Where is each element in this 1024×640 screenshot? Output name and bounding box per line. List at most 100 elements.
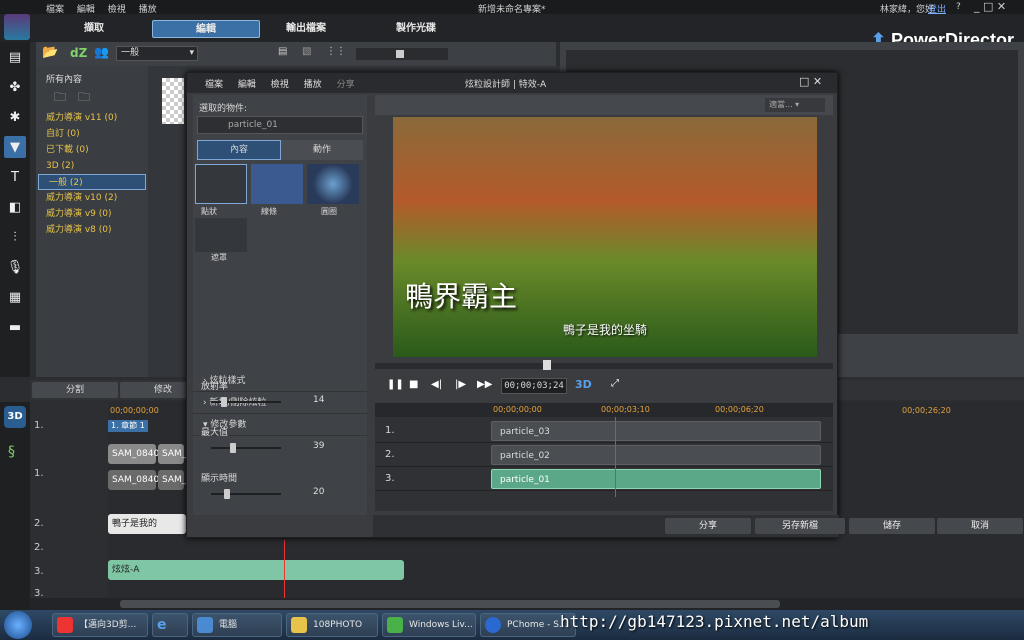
dlg-menu-view[interactable]: 檢視: [271, 80, 289, 90]
stop-icon[interactable]: ■: [409, 379, 418, 390]
mode-create-disc[interactable]: 製作光碟: [362, 20, 470, 38]
dz-icon[interactable]: dZ: [70, 46, 87, 60]
particle-clip-selected[interactable]: particle_01: [491, 469, 821, 489]
emitter-line-icon[interactable]: [251, 164, 303, 204]
3d-mode-icon[interactable]: 3D: [4, 406, 26, 428]
video-clip[interactable]: SAM_0840: [158, 444, 209, 464]
slider-knob[interactable]: [396, 50, 404, 58]
3d-toggle[interactable]: 3D: [575, 378, 592, 391]
library-item[interactable]: 威力導演 v11 (0): [36, 110, 148, 126]
previous-frame-icon[interactable]: ◀|: [431, 379, 442, 390]
cancel-button[interactable]: 取消: [937, 518, 1023, 534]
windows-taskbar: 【邁向3D剪... e 電腦 108PHOTO Windows Liv... P…: [0, 610, 1024, 640]
magic-tool-icon[interactable]: §: [8, 444, 15, 460]
title-clip[interactable]: 鴨子是我的: [108, 514, 186, 534]
scrollbar-thumb[interactable]: [120, 600, 780, 608]
next-frame-icon[interactable]: |▶: [455, 379, 466, 390]
voice-over-icon[interactable]: 🎙: [4, 256, 26, 278]
import-folder-icon[interactable]: 📂: [42, 45, 58, 60]
audio-clip[interactable]: SAM_0840: [158, 470, 209, 490]
param-knob[interactable]: [230, 443, 237, 453]
library-filter-select[interactable]: 一般 ▾: [116, 46, 198, 61]
timeline-scrollbar[interactable]: [30, 598, 1024, 610]
dlg-menu-file[interactable]: 檔案: [205, 80, 223, 90]
pip-room-icon[interactable]: ✱: [4, 106, 26, 128]
dlg-menu-play[interactable]: 播放: [304, 80, 322, 90]
add-file-icon[interactable]: ▤: [278, 46, 287, 57]
chapter-marker[interactable]: 1. 章節 1: [108, 420, 148, 432]
dlg-menu-share[interactable]: 分享: [337, 80, 355, 90]
subtitle-room-icon[interactable]: ▬: [4, 316, 26, 338]
ie-icon: e: [157, 617, 167, 633]
emitter-mask-icon[interactable]: [195, 218, 247, 252]
taskbar-item[interactable]: e: [152, 613, 188, 637]
taskbar-item[interactable]: 108PHOTO: [286, 613, 378, 637]
particle-room-icon[interactable]: ▼: [4, 136, 26, 158]
dialog-window-controls[interactable]: □ ✕: [799, 75, 822, 88]
particle-clip[interactable]: particle_02: [491, 445, 821, 465]
audio-clip[interactable]: SAM_0840: [108, 470, 159, 490]
title-room-icon[interactable]: T: [4, 166, 26, 188]
timecode-display[interactable]: 00;00;03;24: [501, 378, 567, 394]
edit-file-icon[interactable]: ▧: [302, 46, 311, 57]
thumbnail-size-slider[interactable]: [356, 48, 448, 60]
preview-scrubber[interactable]: [375, 360, 833, 370]
particle-clip[interactable]: 炫炫-A: [108, 560, 404, 580]
param-slider[interactable]: [211, 489, 281, 499]
timeline-playhead[interactable]: [284, 540, 285, 598]
split-button[interactable]: 分割: [32, 382, 118, 398]
library-item[interactable]: 3D (2): [36, 158, 148, 174]
param-value[interactable]: 20: [313, 487, 324, 497]
help-button[interactable]: ?: [956, 2, 961, 12]
scrubber-knob[interactable]: [543, 360, 551, 370]
emitter-point-icon[interactable]: [195, 164, 247, 204]
save-as-button[interactable]: 另存新檔: [755, 518, 845, 534]
save-button[interactable]: 儲存: [849, 518, 935, 534]
share-button[interactable]: 分享: [665, 518, 751, 534]
library-item-selected[interactable]: 一般 (2): [38, 174, 146, 190]
tab-properties[interactable]: 內容: [197, 140, 281, 160]
taskbar-item[interactable]: 電腦: [192, 613, 282, 637]
library-item[interactable]: 已下載 (0): [36, 142, 148, 158]
emitter-circle-icon[interactable]: [307, 164, 359, 204]
window-controls[interactable]: _ □ ✕: [974, 0, 1006, 13]
particle-clip[interactable]: particle_03: [491, 421, 821, 441]
mode-produce[interactable]: 輸出檔案: [252, 20, 360, 38]
param-knob[interactable]: [220, 397, 227, 407]
delete-folder-icon[interactable]: 🗀: [78, 90, 90, 104]
media-room-icon[interactable]: ▤: [4, 46, 26, 68]
transition-room-icon[interactable]: ◧: [4, 196, 26, 218]
video-clip[interactable]: SAM_0840: [108, 444, 159, 464]
taskbar-item[interactable]: Windows Liv...: [382, 613, 476, 637]
zoom-select[interactable]: 適當... ▾: [765, 98, 825, 112]
selected-object-field[interactable]: particle_01: [197, 116, 363, 134]
fast-forward-icon[interactable]: ▶▶: [477, 379, 492, 390]
library-item[interactable]: 自訂 (0): [36, 126, 148, 142]
param-value[interactable]: 39: [313, 441, 324, 451]
start-button[interactable]: [4, 611, 32, 639]
mode-capture[interactable]: 擷取: [40, 20, 148, 38]
grid-view-icon[interactable]: ⋮⋮: [326, 46, 346, 57]
fullscreen-icon[interactable]: ⤢: [611, 378, 619, 389]
particle-playhead[interactable]: [615, 417, 616, 497]
library-item[interactable]: 威力導演 v8 (0): [36, 222, 148, 238]
tab-motion[interactable]: 動作: [281, 140, 363, 160]
new-folder-icon[interactable]: 🗀: [54, 90, 66, 104]
param-slider[interactable]: [211, 443, 281, 453]
pause-icon[interactable]: ❚❚: [387, 379, 404, 390]
param-value[interactable]: 14: [313, 395, 324, 405]
particle-thumbnail[interactable]: [162, 78, 184, 124]
audio-mixing-icon[interactable]: ⫶: [4, 226, 26, 248]
track-number: 2.: [34, 542, 44, 553]
param-knob[interactable]: [223, 489, 230, 499]
param-slider[interactable]: [211, 397, 281, 407]
taskbar-item[interactable]: 【邁向3D剪...: [52, 613, 148, 637]
effects-room-icon[interactable]: ✤: [4, 76, 26, 98]
mode-edit[interactable]: 編輯: [152, 20, 260, 38]
chapter-room-icon[interactable]: ▦: [4, 286, 26, 308]
library-item[interactable]: 威力導演 v9 (0): [36, 206, 148, 222]
timeline-side-tools: 3D §: [0, 402, 30, 610]
user-content-icon[interactable]: 👥: [94, 45, 109, 59]
dlg-menu-edit[interactable]: 編輯: [238, 80, 256, 90]
library-item[interactable]: 威力導演 v10 (2): [36, 190, 148, 206]
